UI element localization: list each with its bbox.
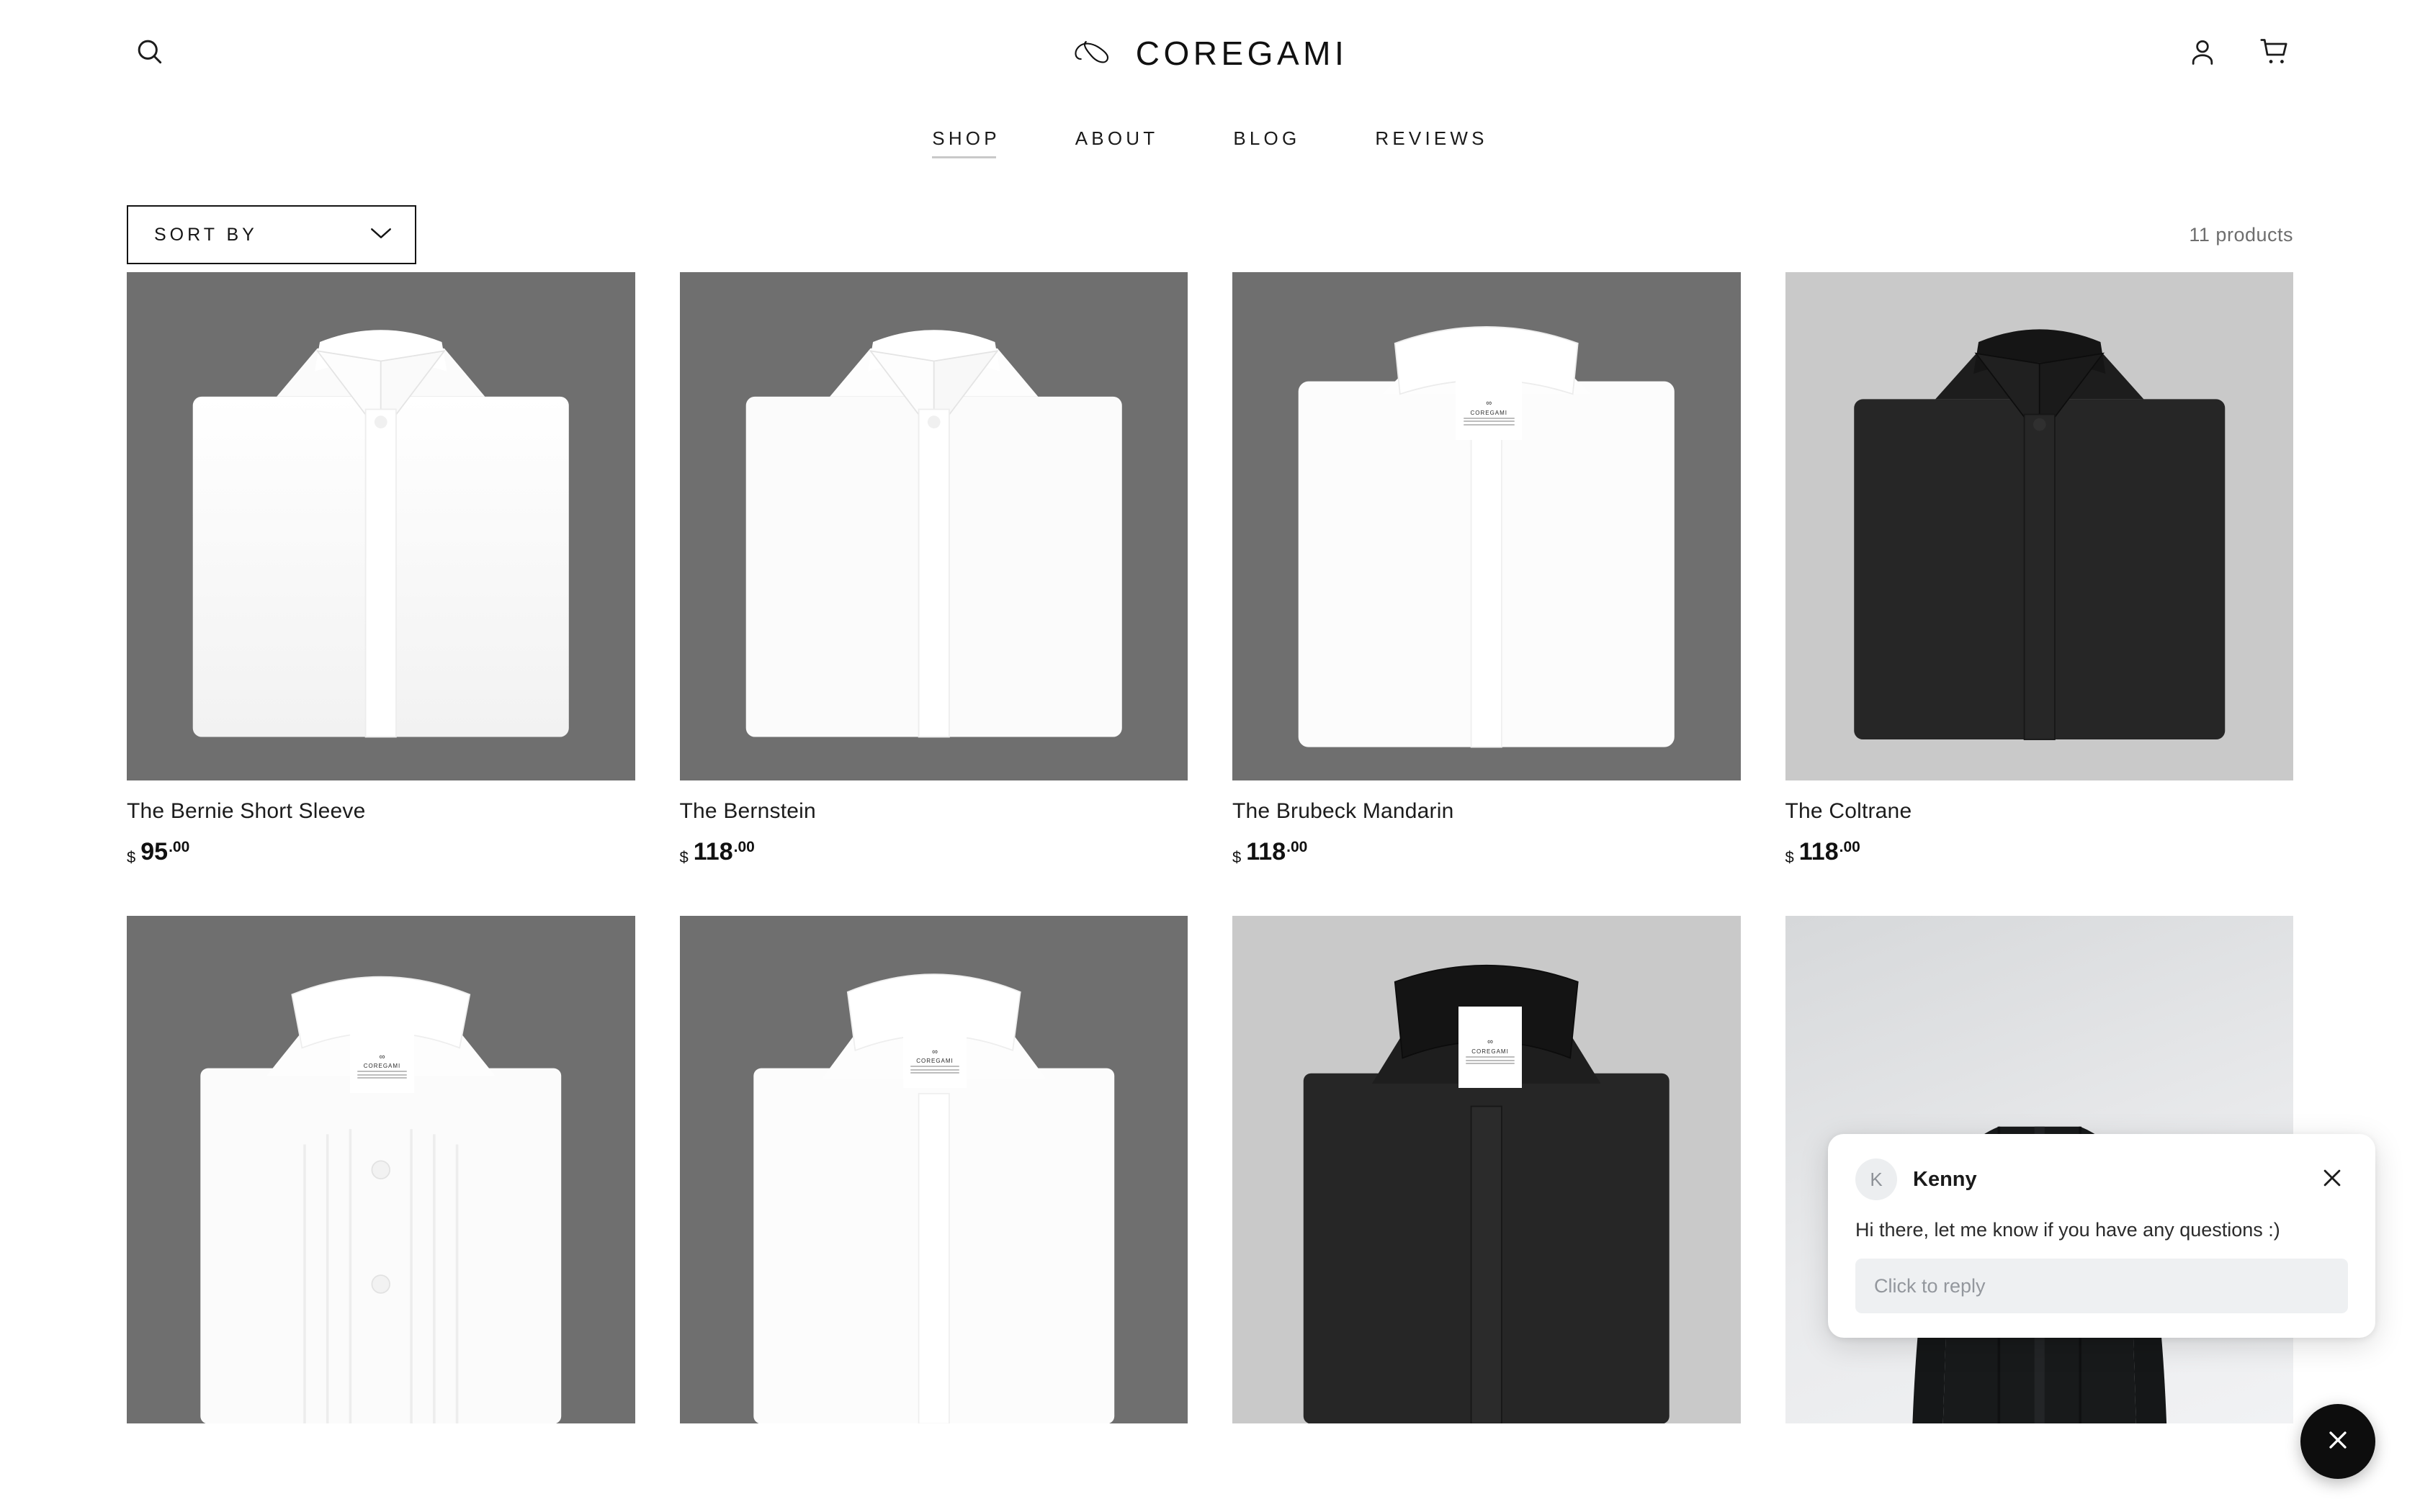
product-title: The Bernstein xyxy=(679,798,816,823)
chevron-down-icon xyxy=(369,225,393,245)
shirt-illustration xyxy=(680,916,1188,1423)
shirt-illustration xyxy=(1232,272,1741,780)
price-amount: 118 xyxy=(693,837,733,865)
tag-brand-name: COREGAMI xyxy=(1470,409,1508,416)
product-card[interactable]: The Bernie Short Sleeve $ 95 .00 xyxy=(127,272,635,867)
shirt-illustration xyxy=(127,272,635,780)
product-grid-row-1: The Bernie Short Sleeve $ 95 .00 The Ber… xyxy=(0,272,2420,867)
tag-infinity-icon: ∞ xyxy=(1486,399,1492,408)
header-actions xyxy=(2187,36,2293,71)
sort-by-dropdown[interactable]: SORT BY xyxy=(127,205,416,264)
shirt-illustration xyxy=(680,272,1188,780)
chat-agent-name: Kenny xyxy=(1913,1167,1977,1191)
infinity-mark-icon xyxy=(1072,37,1117,70)
close-icon xyxy=(2320,1166,2344,1194)
product-image[interactable] xyxy=(1785,272,2294,780)
neck-label: ∞ COREGAMI xyxy=(1458,1007,1523,1089)
tag-infinity-icon: ∞ xyxy=(379,1052,385,1061)
search-icon xyxy=(134,36,166,71)
price-currency: $ xyxy=(1785,847,1794,866)
cart-button[interactable] xyxy=(2259,36,2293,71)
sort-by-label: SORT BY xyxy=(154,224,258,245)
product-card[interactable]: The Bernstein $ 118 .00 xyxy=(679,272,1188,867)
avatar-initial: K xyxy=(1870,1168,1883,1190)
price-amount: 118 xyxy=(1246,837,1286,865)
product-title: The Bernie Short Sleeve xyxy=(127,798,366,823)
product-title: The Coltrane xyxy=(1785,798,1912,823)
product-card[interactable]: ∞ COREGAMI xyxy=(1232,915,1741,1423)
product-image[interactable]: ∞ COREGAMI xyxy=(1232,272,1741,780)
product-price: $ 95 .00 xyxy=(127,840,635,867)
product-card[interactable]: ∞ COREGAMI The Brubeck Mandarin $ 118 .0… xyxy=(1232,272,1741,867)
tag-detail-lines xyxy=(1465,1056,1515,1065)
product-card[interactable]: ∞ COREGAMI xyxy=(127,915,635,1423)
shirt-illustration xyxy=(1785,272,2294,780)
nav-item-shop[interactable]: SHOP xyxy=(932,127,1000,158)
chat-reply-placeholder: Click to reply xyxy=(1874,1274,1986,1297)
close-icon xyxy=(2323,1426,2352,1458)
product-card[interactable]: ∞ COREGAMI xyxy=(679,915,1188,1423)
product-image[interactable] xyxy=(679,272,1188,780)
tag-infinity-icon: ∞ xyxy=(1487,1037,1493,1046)
product-card[interactable]: The Coltrane $ 118 .00 xyxy=(1785,272,2294,867)
site-header: COREGAMI xyxy=(0,0,2420,107)
nav-item-reviews[interactable]: REVIEWS xyxy=(1375,127,1487,158)
product-price: $ 118 .00 xyxy=(1785,840,2294,867)
nav-item-blog[interactable]: BLOG xyxy=(1233,127,1300,158)
product-price: $ 118 .00 xyxy=(680,840,1188,867)
shopping-cart-icon xyxy=(2259,36,2293,71)
neck-label: ∞ COREGAMI xyxy=(1456,369,1523,440)
price-cents: .00 xyxy=(733,838,755,855)
product-title: The Brubeck Mandarin xyxy=(1232,798,1454,823)
chat-close-button[interactable] xyxy=(2316,1164,2348,1195)
price-amount: 118 xyxy=(1798,837,1839,865)
tag-brand-name: COREGAMI xyxy=(916,1058,954,1065)
tag-brand-name: COREGAMI xyxy=(363,1063,401,1070)
nav-item-about[interactable]: ABOUT xyxy=(1075,127,1159,158)
collection-toolbar: SORT BY 11 products xyxy=(0,158,2420,264)
price-currency: $ xyxy=(1232,847,1242,866)
chat-message: Hi there, let me know if you have any qu… xyxy=(1855,1219,2280,1241)
shirt-illustration xyxy=(127,916,635,1423)
tag-infinity-icon: ∞ xyxy=(932,1047,938,1056)
chat-reply-input[interactable]: Click to reply xyxy=(1855,1259,2348,1314)
tag-detail-lines xyxy=(357,1071,407,1079)
product-count: 11 products xyxy=(2189,223,2293,246)
product-price: $ 118 .00 xyxy=(1232,840,1741,867)
tag-detail-lines xyxy=(1463,417,1515,426)
price-cents: .00 xyxy=(1839,838,1860,855)
brand-logo[interactable]: COREGAMI xyxy=(1072,34,1348,73)
chat-widget: K Kenny Hi there, let me know if you hav… xyxy=(1828,1134,2375,1338)
product-image[interactable] xyxy=(127,272,635,780)
price-cents: .00 xyxy=(169,838,190,855)
price-currency: $ xyxy=(127,847,136,866)
chat-header: K Kenny xyxy=(1855,1158,2348,1200)
main-navigation: SHOP ABOUT BLOG REVIEWS xyxy=(0,107,2420,158)
tag-brand-name: COREGAMI xyxy=(1471,1048,1509,1055)
tag-detail-lines xyxy=(910,1066,960,1074)
neck-label: ∞ COREGAMI xyxy=(350,1022,414,1094)
shirt-illustration xyxy=(1232,916,1741,1423)
account-button[interactable] xyxy=(2187,36,2218,71)
chat-toggle-button[interactable] xyxy=(2300,1404,2375,1479)
user-icon xyxy=(2187,36,2218,71)
neck-label: ∞ COREGAMI xyxy=(902,1017,967,1089)
price-cents: .00 xyxy=(1286,838,1308,855)
price-amount: 95 xyxy=(140,837,169,865)
search-button[interactable] xyxy=(127,30,173,76)
product-image[interactable]: ∞ COREGAMI xyxy=(679,915,1188,1423)
product-image[interactable]: ∞ COREGAMI xyxy=(1232,915,1741,1423)
avatar: K xyxy=(1855,1158,1897,1200)
price-currency: $ xyxy=(679,847,689,866)
brand-name: COREGAMI xyxy=(1135,35,1348,72)
product-image[interactable]: ∞ COREGAMI xyxy=(127,915,635,1423)
